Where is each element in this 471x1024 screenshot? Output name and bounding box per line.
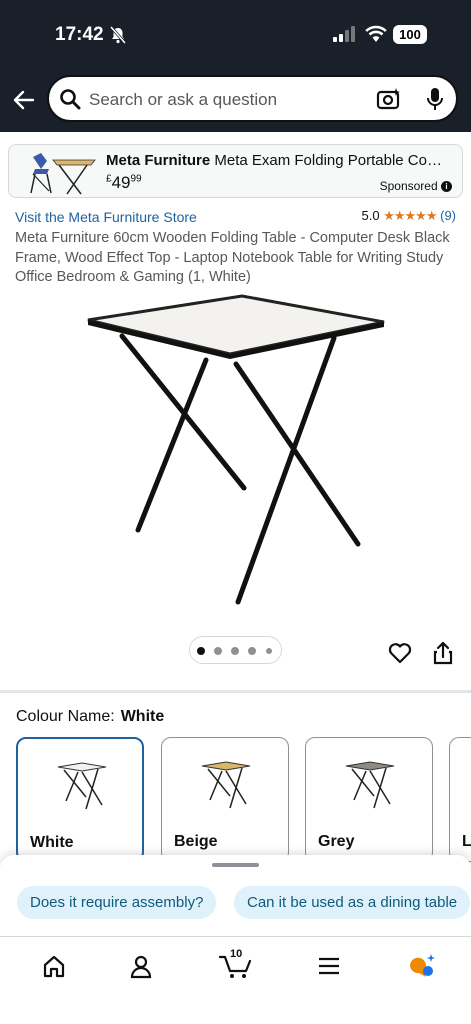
status-time: 17:42 — [55, 24, 104, 45]
product-image[interactable] — [80, 292, 392, 612]
camera-search-icon[interactable] — [376, 87, 402, 111]
rating-value: 5.0 — [361, 208, 380, 223]
image-carousel-indicator[interactable] — [189, 636, 282, 664]
signal-icon — [333, 26, 355, 42]
sponsored-brand: Meta Furniture — [106, 152, 211, 169]
sponsored-price: £4999 — [106, 173, 142, 193]
swatch-table-thumbnail — [201, 761, 251, 809]
sponsored-text: Sponsored — [379, 179, 438, 193]
swatch-name: Beige — [174, 833, 218, 850]
carousel-dot[interactable] — [231, 647, 239, 655]
carousel-dot[interactable] — [266, 648, 272, 654]
search-placeholder: Search or ask a question — [89, 90, 278, 109]
swatch-table-thumbnail — [57, 762, 107, 810]
colour-label: Colour Name: White — [16, 708, 164, 726]
carousel-dot[interactable] — [248, 647, 256, 655]
sponsored-product-thumbnail — [30, 153, 96, 195]
colour-option-grey[interactable]: Grey — [305, 737, 433, 862]
status-bar: 17:42 100 — [0, 0, 471, 70]
heart-icon[interactable] — [388, 642, 412, 664]
colour-option-white[interactable]: White — [16, 737, 144, 862]
share-icon[interactable] — [432, 640, 454, 666]
rating-stars-icon: ★★★★★ — [383, 208, 437, 223]
sponsored-product-name: Meta Exam Folding Portable Co… — [214, 152, 442, 169]
carousel-dot[interactable] — [214, 647, 222, 655]
selected-colour: White — [120, 708, 165, 725]
section-divider — [0, 690, 471, 693]
bottom-sheet: Does it require assembly? Can it be used… — [0, 855, 471, 1024]
sheet-drag-handle[interactable] — [212, 863, 259, 867]
microphone-icon[interactable] — [426, 87, 444, 111]
sponsored-title: Meta Furniture Meta Exam Folding Portabl… — [106, 152, 451, 169]
store-link[interactable]: Visit the Meta Furniture Store — [15, 209, 197, 225]
product-title: Meta Furniture 60cm Wooden Folding Table… — [15, 230, 450, 285]
swatch-name: Grey — [318, 833, 355, 850]
wifi-icon — [365, 25, 387, 42]
price-whole: 49 — [111, 173, 131, 192]
rufus-assistant-icon[interactable] — [402, 951, 442, 981]
product-rating[interactable]: 5.0 ★★★★★ (9) — [362, 208, 457, 224]
rating-count: (9) — [440, 208, 456, 223]
sponsored-label[interactable]: Sponsored i — [380, 179, 452, 193]
bell-muted-icon — [110, 26, 126, 44]
battery-indicator: 100 — [393, 25, 427, 44]
search-header: Search or ask a question — [0, 70, 471, 132]
search-icon — [60, 89, 81, 110]
account-icon[interactable] — [121, 951, 161, 981]
colour-label-text: Colour Name: — [16, 708, 115, 725]
carousel-dot[interactable] — [197, 647, 205, 655]
home-icon[interactable] — [34, 951, 74, 981]
info-icon[interactable]: i — [441, 181, 452, 193]
back-arrow-icon[interactable] — [12, 88, 36, 112]
menu-icon[interactable] — [309, 951, 349, 981]
question-chip[interactable]: Does it require assembly? — [17, 886, 217, 919]
bottom-navigation: 10 — [0, 936, 471, 1024]
swatch-name: White — [30, 834, 74, 851]
price-fraction: 99 — [130, 173, 142, 185]
cart-count: 10 — [230, 948, 243, 960]
sponsored-product-card[interactable]: Meta Furniture Meta Exam Folding Portabl… — [8, 144, 463, 198]
search-input[interactable]: Search or ask a question — [47, 75, 458, 122]
colour-option-partial[interactable]: L — [449, 737, 471, 862]
question-chip[interactable]: Can it be used as a dining table — [234, 886, 471, 919]
swatch-name: L — [462, 833, 471, 850]
colour-option-beige[interactable]: Beige — [161, 737, 289, 862]
swatch-table-thumbnail — [345, 761, 395, 809]
